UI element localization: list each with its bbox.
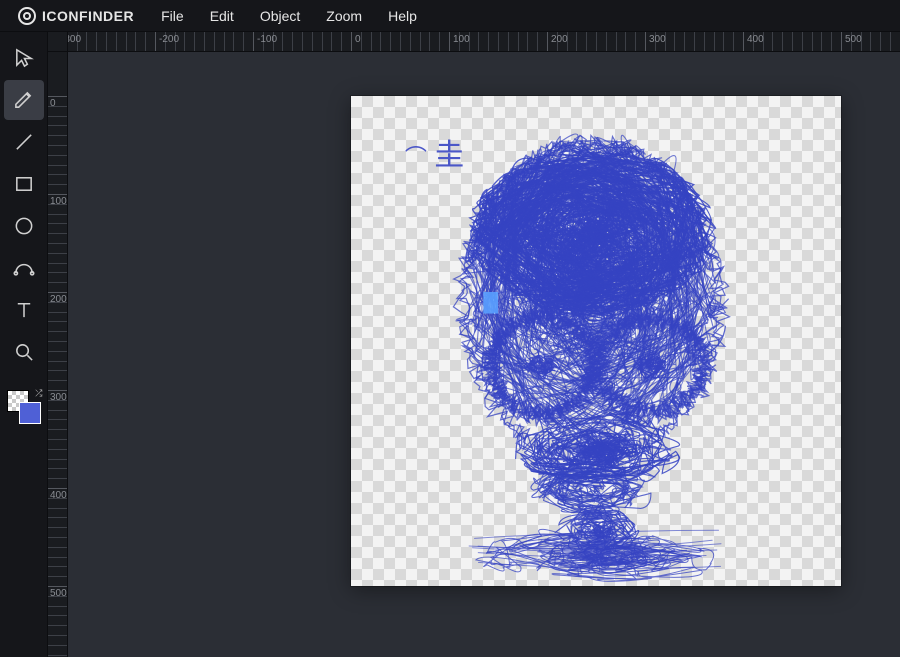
ruler-label: -300 <box>68 34 81 45</box>
ruler-label: 200 <box>50 294 67 305</box>
pencil-tool[interactable] <box>4 80 44 120</box>
swap-colors-icon[interactable]: ⤮ <box>35 388 42 399</box>
horizontal-ruler[interactable]: -300 -200 -100 0 100 200 300 400 500 <box>68 32 900 52</box>
ruler-label: 300 <box>50 392 67 403</box>
ruler-label: 500 <box>845 34 862 45</box>
stage: -300 -200 -100 0 100 200 300 400 500 0 100 200 300 4… <box>48 32 900 657</box>
menu-object[interactable]: Object <box>247 0 313 32</box>
menu-edit[interactable]: Edit <box>197 0 247 32</box>
ellipse-tool[interactable] <box>4 206 44 246</box>
menu-zoom[interactable]: Zoom <box>313 0 375 32</box>
ruler-label: -200 <box>159 34 179 45</box>
menubar: ICONFINDER FileEditObjectZoomHelp <box>0 0 900 32</box>
ruler-label: 200 <box>551 34 568 45</box>
circle-icon <box>13 215 35 237</box>
viewport[interactable]: ⌒圭 <box>68 52 900 657</box>
ruler-label: 0 <box>355 34 361 45</box>
brand-name: ICONFINDER <box>42 8 134 24</box>
menu-items: FileEditObjectZoomHelp <box>148 0 430 32</box>
text-icon <box>13 299 35 321</box>
vertical-ruler[interactable]: 0 100 200 300 400 500 <box>48 52 68 657</box>
ruler-label: -100 <box>257 34 277 45</box>
logo-icon <box>18 7 36 25</box>
line-tool[interactable] <box>4 122 44 162</box>
text-tool[interactable] <box>4 290 44 330</box>
ruler-corner <box>48 32 68 52</box>
pencil-icon <box>13 89 35 111</box>
ruler-label: 100 <box>453 34 470 45</box>
menu-file[interactable]: File <box>148 0 197 32</box>
ruler-label: 300 <box>649 34 666 45</box>
app-logo: ICONFINDER <box>0 7 148 25</box>
ruler-label: 400 <box>747 34 764 45</box>
menu-help[interactable]: Help <box>375 0 430 32</box>
bezier-tool[interactable] <box>4 248 44 288</box>
select-tool[interactable] <box>4 38 44 78</box>
zoom-tool[interactable] <box>4 332 44 372</box>
cursor-icon <box>13 47 35 69</box>
foreground-color-swatch[interactable] <box>19 402 41 424</box>
ruler-label: 100 <box>50 196 67 207</box>
ruler-label: 0 <box>50 98 56 109</box>
ruler-label: 400 <box>50 490 67 501</box>
line-icon <box>13 131 35 153</box>
bezier-icon <box>13 257 35 279</box>
artwork-svg <box>351 96 841 586</box>
rect-icon <box>13 173 35 195</box>
rectangle-tool[interactable] <box>4 164 44 204</box>
color-swatches[interactable]: ⤮ <box>7 390 41 424</box>
toolbar: ⤮ <box>0 32 48 657</box>
artboard[interactable]: ⌒圭 <box>351 96 841 586</box>
magnify-icon <box>13 341 35 363</box>
ruler-label: 500 <box>50 588 67 599</box>
